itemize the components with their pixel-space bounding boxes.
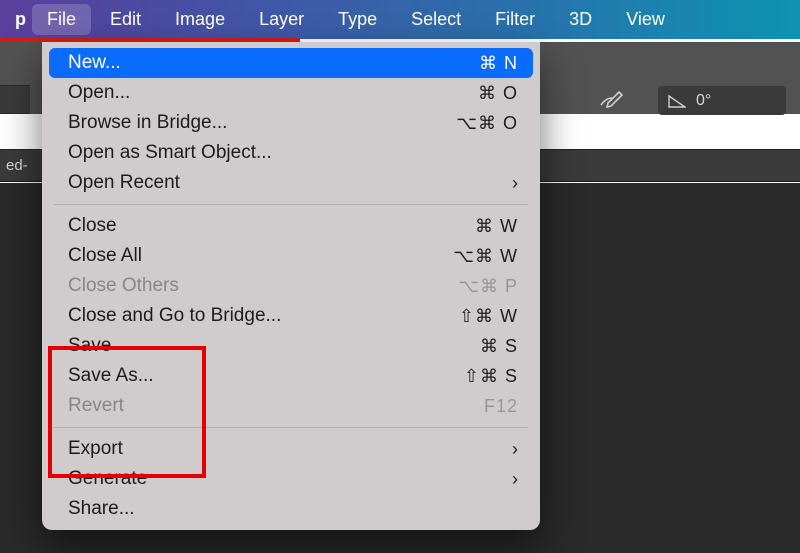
menu-item-shortcut: ⇧⌘ S <box>428 366 518 387</box>
menu-item-shortcut: ⌥⌘ O <box>428 113 518 134</box>
menu-item-label: Close All <box>68 245 428 267</box>
menu-item-label: Export <box>68 438 500 460</box>
menu-item-label: Generate <box>68 468 500 490</box>
menubar-item-label: 3D <box>569 9 592 30</box>
menu-item-shortcut: ⌘ O <box>428 83 518 104</box>
chevron-right-icon: › <box>500 469 518 490</box>
menubar-item-edit[interactable]: Edit <box>93 0 158 39</box>
menu-item-shortcut: ⌘ N <box>428 53 518 74</box>
menu-item-label: Close Others <box>68 275 428 297</box>
menu-item-label: Close and Go to Bridge... <box>68 305 428 327</box>
menu-item-open-recent[interactable]: Open Recent› <box>42 168 540 198</box>
menu-item-shortcut: ⌘ S <box>428 336 518 357</box>
menu-item-close-others: Close Others⌥⌘ P <box>42 271 540 301</box>
options-field-fragment <box>0 85 30 114</box>
menubar-item-3d[interactable]: 3D <box>552 0 609 39</box>
menu-item-open-smart[interactable]: Open as Smart Object... <box>42 138 540 168</box>
menubar: p File Edit Image Layer Type Select Filter 3D Vi… <box>0 0 800 39</box>
menu-item-shortcut: ⇧⌘ W <box>428 306 518 327</box>
menu-separator <box>54 204 528 205</box>
menu-item-label: Open as Smart Object... <box>68 142 518 164</box>
menubar-item-label: Image <box>175 9 225 30</box>
file-menu-dropdown: New...⌘ NOpen...⌘ OBrowse in Bridge...⌥⌘… <box>42 42 540 530</box>
menu-item-shortcut: ⌥⌘ P <box>428 276 518 297</box>
menu-item-label: Revert <box>68 395 428 417</box>
rotation-angle-field[interactable]: 0° <box>658 86 786 115</box>
menu-item-open[interactable]: Open...⌘ O <box>42 78 540 108</box>
menu-item-shortcut: ⌘ W <box>428 216 518 237</box>
menu-item-label: Close <box>68 215 428 237</box>
menubar-item-label: Edit <box>110 9 141 30</box>
menu-item-label: Share... <box>68 498 518 520</box>
menu-item-close-all[interactable]: Close All⌥⌘ W <box>42 241 540 271</box>
angle-value: 0° <box>696 92 711 110</box>
menubar-item-layer[interactable]: Layer <box>242 0 321 39</box>
menubar-item-file[interactable]: File <box>32 4 91 35</box>
menu-separator <box>54 427 528 428</box>
menu-item-label: Open... <box>68 82 428 104</box>
menu-item-close-bridge[interactable]: Close and Go to Bridge...⇧⌘ W <box>42 301 540 331</box>
menubar-item-view[interactable]: View <box>609 0 682 39</box>
menu-item-label: Browse in Bridge... <box>68 112 428 134</box>
menu-item-revert: RevertF12 <box>42 391 540 421</box>
angle-icon <box>668 94 686 108</box>
document-tab-fragment[interactable]: ed- <box>6 157 28 174</box>
menu-item-export[interactable]: Export› <box>42 434 540 464</box>
menubar-item-image[interactable]: Image <box>158 0 242 39</box>
menu-item-label: New... <box>68 52 428 74</box>
menubar-item-label: Filter <box>495 9 535 30</box>
menu-item-save[interactable]: Save⌘ S <box>42 331 540 361</box>
menubar-item-label: Type <box>338 9 377 30</box>
menubar-item-type[interactable]: Type <box>321 0 394 39</box>
chevron-right-icon: › <box>500 439 518 460</box>
eyedropper-icon[interactable] <box>598 90 626 110</box>
menu-item-save-as[interactable]: Save As...⇧⌘ S <box>42 361 540 391</box>
menu-item-shortcut: ⌥⌘ W <box>428 246 518 267</box>
menubar-item-filter[interactable]: Filter <box>478 0 552 39</box>
menubar-item-label: Layer <box>259 9 304 30</box>
menubar-item-label: View <box>626 9 665 30</box>
menu-item-share[interactable]: Share... <box>42 494 540 524</box>
menubar-item-select[interactable]: Select <box>394 0 478 39</box>
menu-item-browse-bridge[interactable]: Browse in Bridge...⌥⌘ O <box>42 108 540 138</box>
menubar-item-label: File <box>47 9 76 30</box>
menu-item-label: Open Recent <box>68 172 500 194</box>
menu-item-label: Save <box>68 335 428 357</box>
menubar-item-label: Select <box>411 9 461 30</box>
menu-item-shortcut: F12 <box>428 396 518 417</box>
app-title-fragment: p <box>0 0 30 39</box>
menu-item-label: Save As... <box>68 365 428 387</box>
menu-item-new[interactable]: New...⌘ N <box>49 48 533 78</box>
menu-item-generate[interactable]: Generate› <box>42 464 540 494</box>
menu-item-close[interactable]: Close⌘ W <box>42 211 540 241</box>
chevron-right-icon: › <box>500 173 518 194</box>
